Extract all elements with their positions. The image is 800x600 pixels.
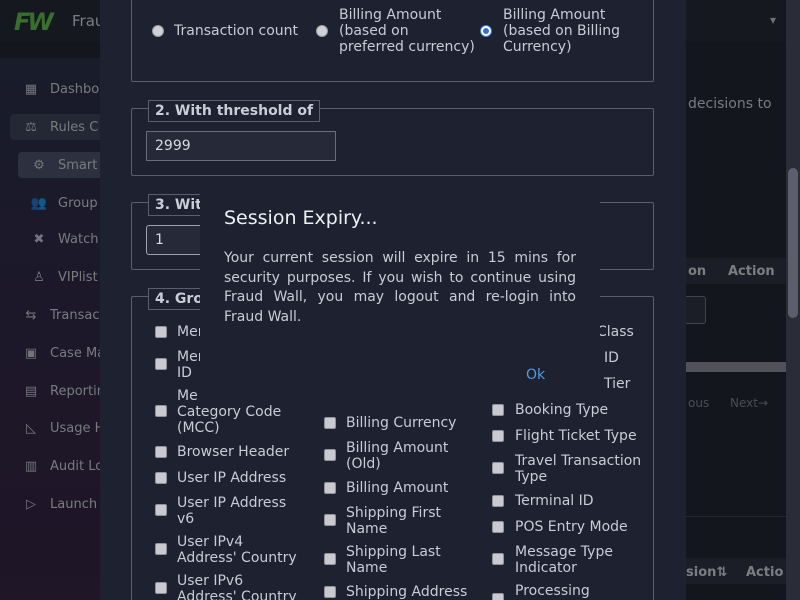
checkbox-billing-amount[interactable]	[324, 482, 336, 494]
section-aggregate-by: Transaction count Billing Amount (based …	[131, 0, 654, 82]
radio-label-billing-amount-preferred: Billing Amount (based on preferred curre…	[339, 7, 475, 55]
checkbox-label: Shipping Address	[346, 584, 468, 600]
checkbox-label: Flight Ticket Type	[515, 428, 637, 444]
radio-billing-amount-preferred[interactable]	[316, 25, 328, 37]
checkbox-billing-amount-old[interactable]	[324, 449, 336, 461]
dialog-title: Session Expiry...	[224, 207, 378, 229]
checkbox-travel-transaction-type[interactable]	[492, 462, 504, 474]
checkbox-billing-currency[interactable]	[324, 417, 336, 429]
checkbox-label: Shipping Last Name	[346, 544, 441, 576]
checkbox-label: User IPv6 Address' Country	[177, 573, 297, 600]
checkbox-flight-ticket-type[interactable]	[492, 430, 504, 442]
page-scrollbar-thumb[interactable]	[788, 168, 798, 318]
checkbox-pos-entry-mode[interactable]	[492, 521, 504, 533]
checkbox-user-ip-v6[interactable]	[155, 504, 167, 516]
checkbox-label: ID	[604, 350, 619, 366]
checkbox-label: Billing Amount	[346, 480, 449, 496]
checkbox-label: User IP Address v6	[177, 495, 287, 527]
checkbox-label: Terminal ID	[515, 493, 594, 509]
dialog-message: Your current session will expire in 15 m…	[224, 250, 576, 325]
checkbox-ipv6-country[interactable]	[155, 582, 167, 594]
checkbox-label: POS Entry Mode	[515, 519, 628, 535]
checkbox-label: Tier	[604, 376, 631, 392]
checkbox-label: User IP Address	[177, 470, 287, 486]
section-threshold-legend: 2. With threshold of	[148, 100, 321, 122]
checkbox-shipping-address[interactable]	[324, 586, 336, 598]
checkbox-label: Processing	[515, 583, 590, 599]
checkbox-merchant[interactable]	[155, 326, 167, 338]
checkbox-label: User IPv4 Address' Country	[177, 534, 297, 566]
checkbox-label: Billing Amount (Old)	[346, 440, 449, 472]
checkbox-message-type-indicator[interactable]	[492, 553, 504, 565]
checkbox-label: Shipping First Name	[346, 505, 441, 537]
checkbox-mcc[interactable]	[155, 405, 167, 417]
ok-button[interactable]: Ok	[526, 367, 545, 383]
page-scrollbar[interactable]	[786, 0, 800, 600]
checkbox-shipping-last-name[interactable]	[324, 553, 336, 565]
checkbox-label: Booking Type	[515, 402, 609, 418]
checkbox-browser-header[interactable]	[155, 446, 167, 458]
checkbox-label: Travel Transaction Type	[515, 453, 642, 485]
radio-billing-amount-billing-currency[interactable]	[480, 25, 492, 37]
session-expiry-dialog: Session Expiry... Your current session w…	[200, 185, 600, 403]
checkbox-label: Class	[597, 324, 634, 340]
radio-transaction-count[interactable]	[152, 25, 164, 37]
checkbox-processing[interactable]	[492, 593, 504, 600]
radio-label-billing-amount-billing-currency: Billing Amount (based on Billing Currenc…	[503, 7, 620, 55]
checkbox-shipping-first-name[interactable]	[324, 514, 336, 526]
checkbox-terminal-id[interactable]	[492, 495, 504, 507]
checkbox-merchant-id[interactable]	[155, 358, 167, 370]
checkbox-ipv4-country[interactable]	[155, 543, 167, 555]
checkbox-label: Billing Currency	[346, 415, 457, 431]
threshold-input[interactable]: 2999	[146, 131, 336, 161]
checkbox-user-ip[interactable]	[155, 472, 167, 484]
checkbox-label: Message Type Indicator	[515, 544, 613, 576]
section-threshold: 2. With threshold of 2999	[131, 100, 654, 176]
checkbox-label: Browser Header	[177, 444, 290, 460]
checkbox-booking-type[interactable]	[492, 404, 504, 416]
radio-label-transaction-count: Transaction count	[174, 23, 299, 39]
